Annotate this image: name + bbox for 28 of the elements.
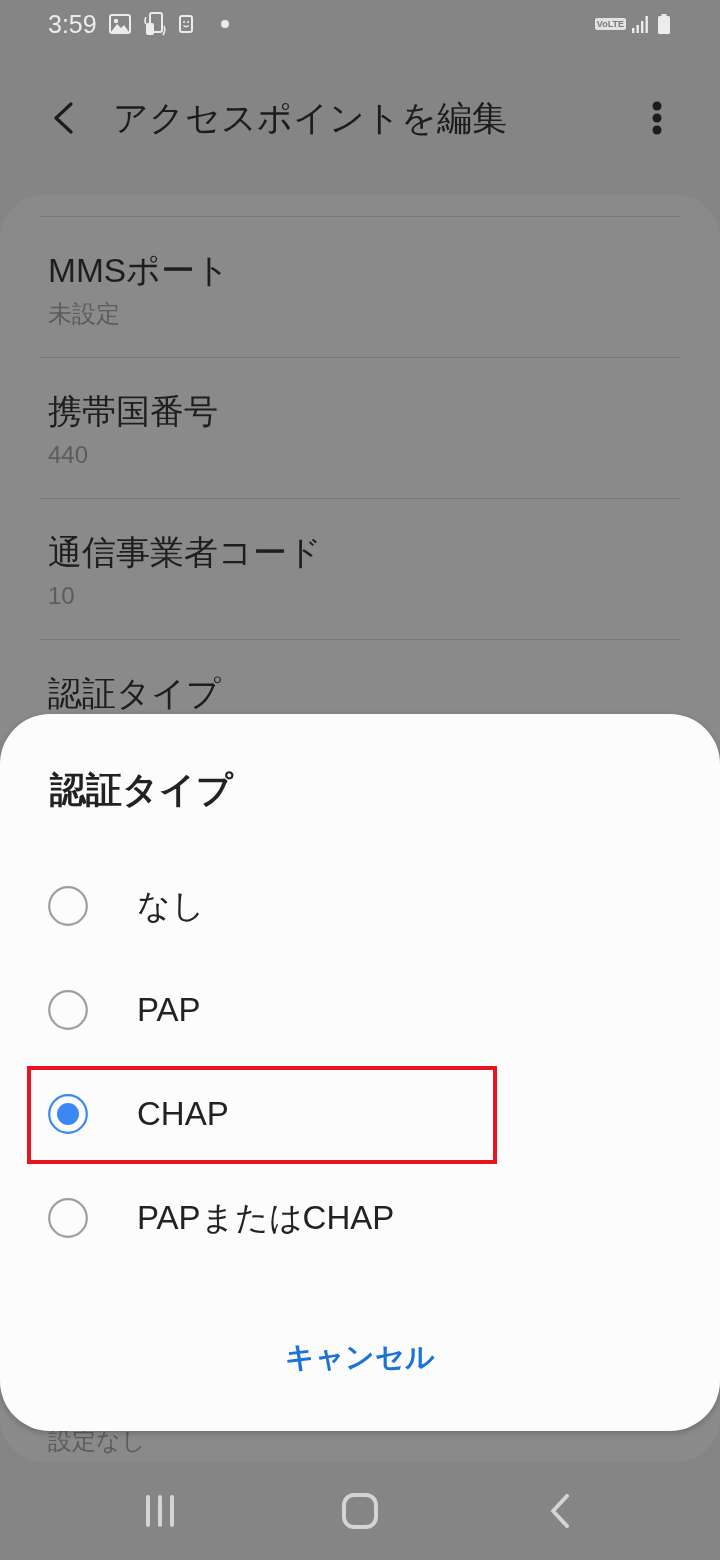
status-time: 3:59 — [48, 9, 97, 39]
radio-button[interactable] — [48, 886, 88, 926]
cancel-button[interactable]: キャンセル — [265, 1327, 455, 1387]
dialog-title: 認証タイプ — [50, 770, 233, 810]
image-icon — [108, 14, 131, 34]
option-label[interactable]: なし — [137, 886, 205, 926]
setting-title[interactable]: 携帯国番号 — [48, 392, 218, 432]
screen-title: アクセスポイントを編集 — [113, 97, 507, 139]
network-badge: VoLTE — [594, 18, 626, 30]
recent-apps-icon[interactable] — [145, 1495, 175, 1527]
option-label[interactable]: PAP — [137, 990, 201, 1030]
back-icon[interactable] — [550, 1494, 570, 1528]
setting-title[interactable]: 通信事業者コード — [48, 533, 322, 573]
option-label[interactable]: PAPまたはCHAP — [137, 1198, 395, 1238]
radio-button[interactable] — [48, 990, 88, 1030]
battery-icon — [658, 14, 670, 34]
setting-title[interactable]: 認証タイプ — [48, 674, 221, 714]
dot-icon — [220, 20, 229, 28]
phone-icon — [178, 15, 193, 33]
radio-button[interactable] — [48, 1094, 88, 1134]
back-icon[interactable] — [52, 102, 74, 134]
phone-rotate-icon — [142, 11, 167, 37]
radio-button[interactable] — [48, 1198, 88, 1238]
setting-title[interactable]: MMSポート — [48, 251, 231, 291]
option-label[interactable]: CHAP — [137, 1094, 229, 1134]
more-options-icon[interactable] — [652, 101, 662, 135]
home-icon[interactable] — [342, 1493, 378, 1529]
signal-icon — [631, 15, 649, 33]
